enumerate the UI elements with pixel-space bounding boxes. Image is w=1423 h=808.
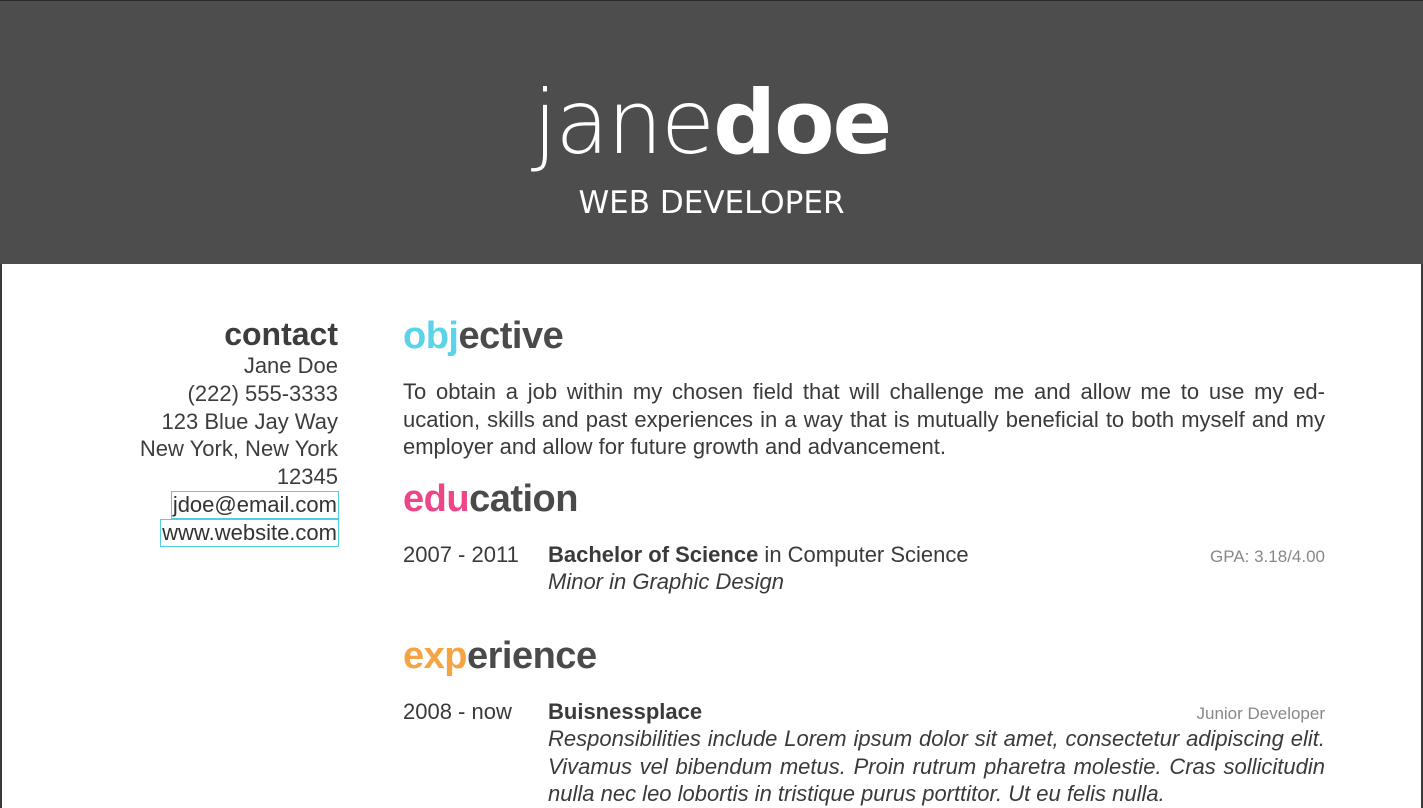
experience-entry: 2008 - now Junior Developer Buisnessplac… bbox=[403, 698, 1325, 808]
gpa-label: GPA: 3.18/4.00 bbox=[1210, 546, 1325, 566]
education-section: education 2007 - 2011 GPA: 3.18/4.00 Bac… bbox=[403, 475, 1325, 596]
degree-field: in Computer Science bbox=[758, 541, 969, 567]
contact-phone: (222) 555-3333 bbox=[187, 380, 338, 406]
person-name: janedoe bbox=[0, 73, 1423, 173]
contact-city: New York, New York bbox=[139, 436, 338, 462]
education-entry: 2007 - 2011 GPA: 3.18/4.00 Bachelor of S… bbox=[403, 541, 1325, 596]
experience-heading: experience bbox=[403, 632, 1325, 680]
email-link[interactable]: jdoe@email.com bbox=[170, 490, 340, 519]
contact-zip: 12345 bbox=[276, 464, 338, 490]
education-dates: 2007 - 2011 bbox=[403, 541, 519, 567]
experience-heading-accent: exp bbox=[403, 634, 467, 677]
contact-name: Jane Doe bbox=[243, 353, 338, 378]
degree-name: Bachelor of Science bbox=[548, 541, 759, 567]
resume-header: janedoe WEB DEVELOPER bbox=[0, 0, 1423, 264]
main-content: objective To obtain a job within my chos… bbox=[403, 312, 1325, 808]
experience-dates: 2008 - now bbox=[403, 698, 512, 724]
last-name: doe bbox=[713, 71, 892, 174]
objective-section: objective To obtain a job within my chos… bbox=[403, 312, 1325, 461]
contact-section: contact Jane Doe (222) 555-3333 123 Blue… bbox=[100, 316, 340, 547]
role-label: Junior Developer bbox=[1196, 703, 1325, 723]
website-link[interactable]: www.website.com bbox=[160, 518, 339, 547]
experience-heading-rest: erience bbox=[466, 634, 597, 677]
education-heading-accent: edu bbox=[403, 477, 470, 520]
education-body: Bachelor of Science in Computer Science … bbox=[548, 541, 1325, 596]
education-heading-rest: cation bbox=[469, 477, 578, 520]
objective-heading-rest: ective bbox=[458, 315, 564, 357]
minor-text: Minor in Graphic Design bbox=[548, 569, 784, 594]
job-title: WEB DEVELOPER bbox=[578, 185, 845, 221]
first-name: jane bbox=[532, 71, 715, 174]
objective-text: To obtain a job within my chosen field t… bbox=[403, 379, 1325, 459]
objective-heading-accent: obj bbox=[403, 315, 459, 357]
contact-heading: contact bbox=[224, 316, 338, 352]
experience-description: Responsibilities include Lorem ipsum dol… bbox=[548, 726, 1325, 806]
contact-street: 123 Blue Jay Way bbox=[161, 408, 339, 434]
experience-section: experience 2008 - now Junior Developer B… bbox=[403, 632, 1325, 808]
objective-heading: objective bbox=[403, 312, 1325, 360]
education-heading: education bbox=[403, 475, 1325, 523]
